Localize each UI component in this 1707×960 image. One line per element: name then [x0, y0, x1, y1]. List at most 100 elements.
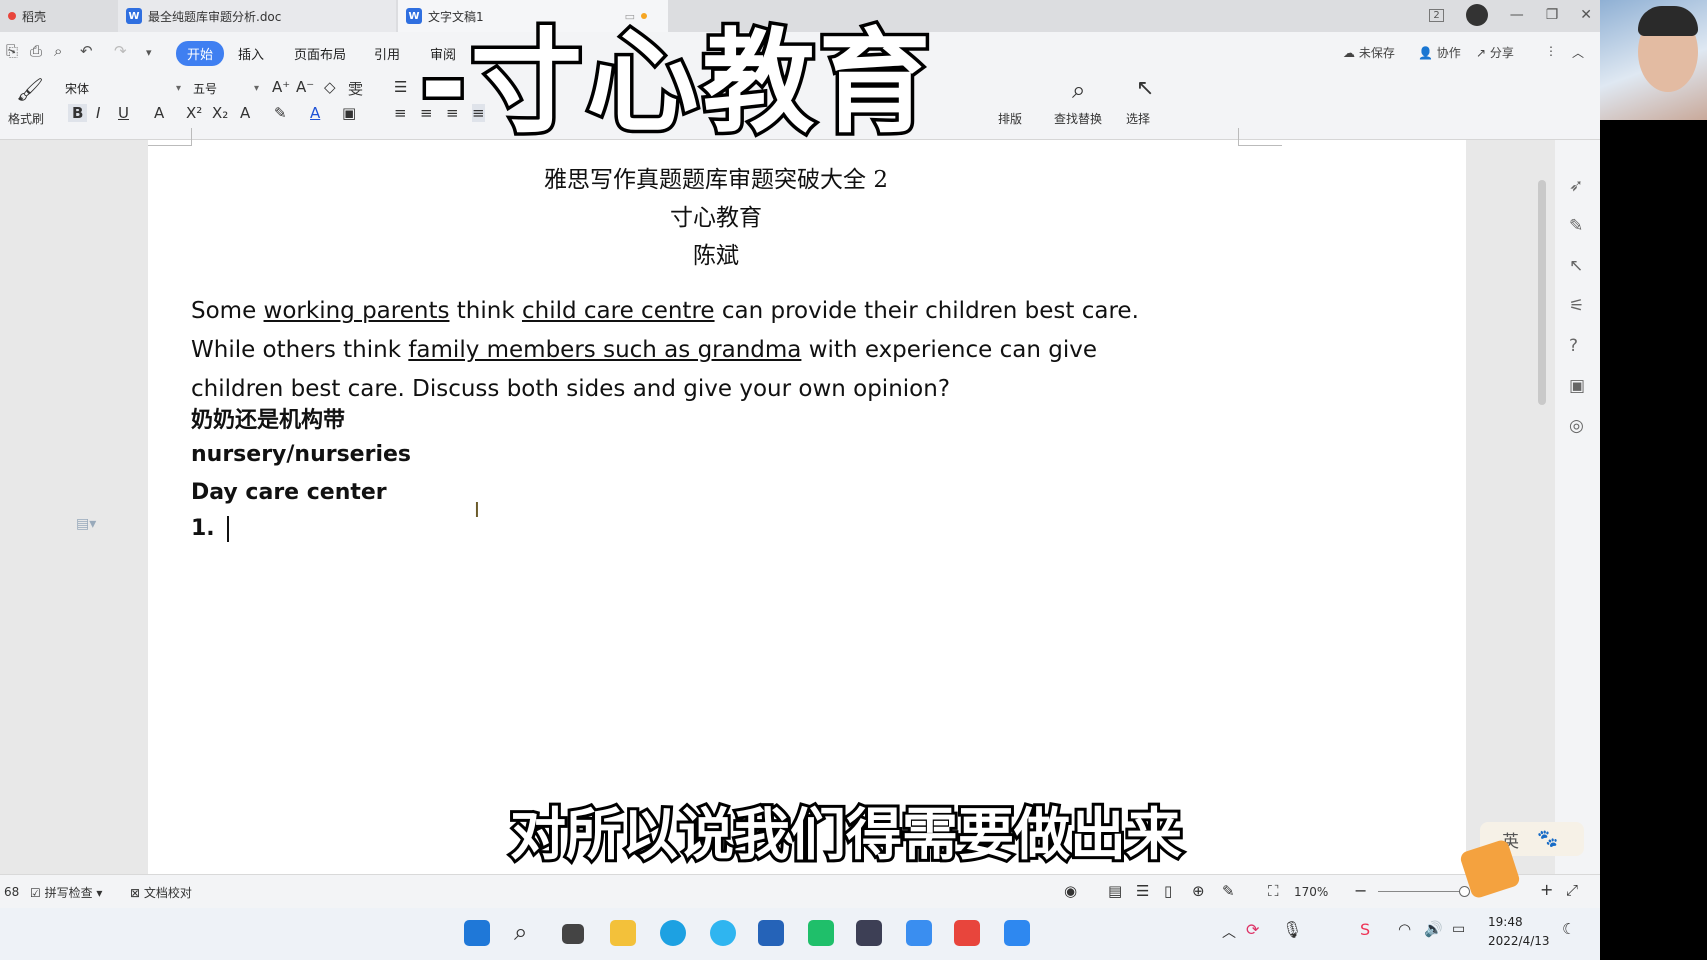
write-mode-icon[interactable]: ✎	[1222, 882, 1235, 900]
ie-browser-icon[interactable]	[710, 920, 736, 946]
clock-date[interactable]: 2022/4/13	[1488, 934, 1550, 948]
volume-icon[interactable]: 🔊	[1424, 920, 1443, 938]
settings-sliders-icon[interactable]: ⚟	[1569, 296, 1584, 316]
underline-icon[interactable]: U	[118, 104, 129, 122]
document-page[interactable]: 雅思写作真题题库审题突破大全 2 寸心教育 陈斌 Some working pa…	[76, 128, 1466, 874]
restore-icon[interactable]: ❐	[1546, 7, 1559, 23]
edge-icon[interactable]	[660, 920, 686, 946]
menu-insert[interactable]: 插入	[238, 44, 264, 63]
minimize-icon[interactable]: —	[1510, 7, 1524, 23]
zoom-out-icon[interactable]: −	[1354, 881, 1367, 900]
zoom-slider[interactable]	[1378, 891, 1466, 892]
arrange-button[interactable]: 排版	[998, 110, 1022, 127]
rocket-icon[interactable]: ➶	[1569, 176, 1583, 196]
highlight-icon[interactable]: ✎	[274, 104, 287, 122]
select-button[interactable]: 选择	[1126, 110, 1150, 127]
page-view-icon[interactable]: ▤	[1108, 882, 1122, 900]
menu-reference[interactable]: 引用	[374, 44, 400, 63]
avatar[interactable]	[1465, 4, 1488, 26]
document-area: 雅思写作真题题库审题突破大全 2 寸心教育 陈斌 Some working pa…	[0, 128, 1555, 874]
phonetic-icon[interactable]: 雯	[348, 78, 363, 99]
subscript-icon[interactable]: X₂	[212, 104, 228, 122]
search-icon[interactable]: ⌕	[514, 918, 527, 946]
italic-icon[interactable]: I	[96, 104, 100, 122]
find-replace-button[interactable]: 查找替换	[1054, 110, 1102, 127]
cursor-select-icon[interactable]: ↖	[1136, 76, 1154, 101]
image-icon[interactable]: ▣	[1569, 376, 1585, 396]
wifi-icon[interactable]: ◠	[1398, 920, 1411, 938]
eye-icon[interactable]: ◉	[1064, 882, 1077, 900]
menu-page-layout[interactable]: 页面布局	[294, 44, 346, 63]
shrink-font-icon[interactable]: A⁻	[296, 78, 314, 96]
tray-chevron-icon[interactable]: ︿	[1222, 922, 1236, 942]
meeting-icon[interactable]	[1004, 920, 1030, 946]
outline-view-icon[interactable]: ☰	[1136, 882, 1149, 900]
bold-icon[interactable]: B	[68, 104, 88, 122]
word-count[interactable]: 68	[4, 885, 19, 899]
strikethrough-icon[interactable]: A	[154, 104, 164, 122]
align-left-icon[interactable]: ≡	[394, 104, 407, 122]
store-icon[interactable]	[758, 920, 784, 946]
zoom-level[interactable]: 170%	[1294, 885, 1328, 899]
clock-time[interactable]: 19:48	[1488, 915, 1523, 929]
scrollbar-thumb[interactable]	[1538, 180, 1546, 405]
pen-icon[interactable]: ✎	[1569, 216, 1583, 236]
wechat-icon[interactable]	[808, 920, 834, 946]
spell-check-button[interactable]: ☑ 拼写检查 ▾	[30, 884, 102, 901]
search-icon[interactable]: ⌕	[1072, 76, 1085, 104]
grow-font-icon[interactable]: A⁺	[272, 78, 290, 96]
doc-title: 雅思写作真题题库审题突破大全 2	[544, 167, 888, 193]
microphone-icon[interactable]: 🎙	[1282, 920, 1302, 939]
app-cube-icon[interactable]	[856, 920, 882, 946]
font-name-select[interactable]: 宋体 ▾	[60, 78, 186, 98]
zoom-slider-handle[interactable]	[1459, 886, 1470, 897]
chevron-down-icon: ▾	[253, 82, 259, 94]
superscript-icon[interactable]: X²	[186, 104, 202, 122]
format-painter-label[interactable]: 格式刷	[8, 110, 44, 127]
doc-proof-label: 文档校对	[143, 886, 192, 900]
task-view-icon[interactable]	[562, 924, 584, 944]
file-explorer-icon[interactable]	[610, 920, 636, 946]
new-doc-icon[interactable]: ⎘	[6, 42, 18, 60]
fit-page-icon[interactable]: ⛶	[1268, 882, 1279, 900]
help-icon[interactable]: ?	[1569, 336, 1578, 356]
text-effect-icon[interactable]: A	[240, 104, 250, 122]
vertical-scrollbar[interactable]	[1534, 140, 1550, 874]
tab-document-1[interactable]: W 最全纯题库审题分析.doc	[118, 0, 396, 32]
fullscreen-icon[interactable]: ⤢	[1566, 881, 1578, 899]
unsaved-button[interactable]: ☁ 未保存	[1343, 44, 1395, 61]
char-border-icon[interactable]: ▣	[342, 104, 356, 122]
redo-icon[interactable]: ↷	[114, 42, 127, 60]
format-painter-icon[interactable]: 🖌	[16, 78, 44, 103]
sync-icon[interactable]: ⟳	[1246, 920, 1259, 939]
web-view-icon[interactable]: ⊕	[1192, 882, 1205, 900]
battery-icon[interactable]: ▭	[1452, 921, 1465, 937]
location-icon[interactable]: ◎	[1569, 416, 1584, 436]
share-button[interactable]: ↗ 分享	[1476, 44, 1514, 61]
doc-proof-button[interactable]: ⊠ 文档校对	[130, 884, 192, 901]
collab-button[interactable]: 👤 协作	[1418, 44, 1461, 61]
windows-start-icon[interactable]	[464, 920, 490, 946]
undo-icon[interactable]: ↶	[80, 42, 93, 60]
collapse-ribbon-icon[interactable]: ︿	[1572, 44, 1584, 61]
font-color-icon[interactable]: A	[310, 104, 320, 122]
menu-start[interactable]: 开始	[176, 41, 225, 66]
more-icon[interactable]: ⋮	[1545, 44, 1557, 58]
layout-icon[interactable]: 2	[1429, 8, 1444, 22]
font-size-select[interactable]: 五号 ▾	[188, 78, 264, 98]
lark-icon[interactable]	[906, 920, 932, 946]
tab-home[interactable]: 稻壳	[0, 0, 115, 32]
sogou-icon[interactable]: S	[1360, 920, 1370, 939]
reading-view-icon[interactable]: ▯	[1164, 882, 1172, 900]
chevron-down-icon[interactable]: ▾	[146, 46, 152, 59]
pointer-icon[interactable]: ↖	[1569, 256, 1583, 276]
notification-icon[interactable]: ☾	[1562, 920, 1575, 938]
print-icon[interactable]: ⎙	[30, 42, 42, 60]
wps-icon[interactable]	[954, 920, 980, 946]
bullet-list-icon[interactable]: ☰	[394, 78, 407, 96]
clear-format-icon[interactable]: ◇	[324, 78, 336, 96]
zoom-in-icon[interactable]: +	[1540, 880, 1553, 899]
paragraph-handle-icon[interactable]: ▤▾	[76, 516, 96, 532]
close-icon[interactable]: ✕	[1580, 7, 1592, 23]
print-preview-icon[interactable]: ⌕	[54, 42, 62, 60]
